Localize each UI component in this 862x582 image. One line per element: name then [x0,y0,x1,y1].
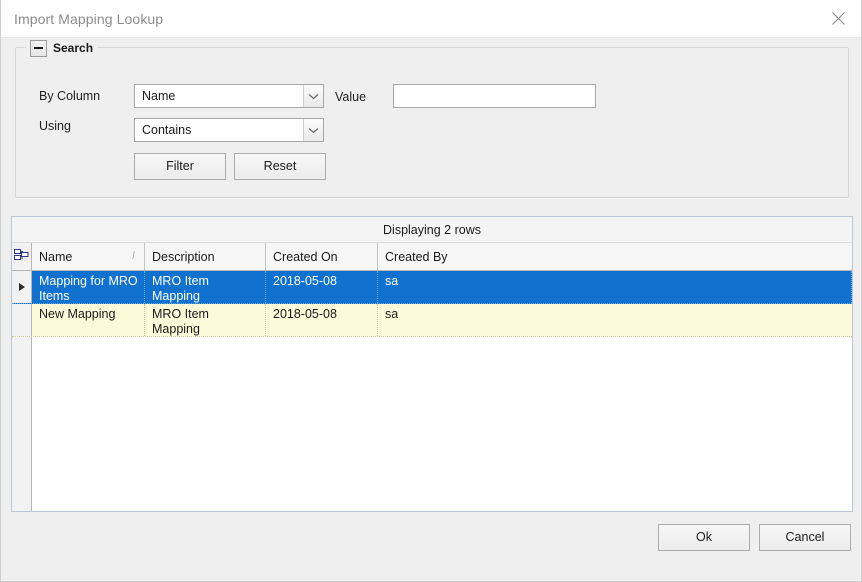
filter-button[interactable]: Filter [134,153,226,180]
by-column-selected-value: Name [142,89,176,103]
import-mapping-lookup-dialog: Import Mapping Lookup Search By Column N… [0,0,862,582]
title-bar: Import Mapping Lookup [1,0,861,38]
using-label: Using [39,119,71,133]
current-row-arrow-icon [12,271,32,303]
value-label: Value [335,90,367,104]
grid-empty-gutter [12,337,32,511]
ok-button[interactable]: Ok [658,524,750,551]
grid-body: Mapping for MRO Items MRO Item Mapping 2… [12,271,852,511]
column-header-name[interactable]: Name / [32,243,145,270]
cell-description: MRO Item Mapping [145,304,266,336]
cancel-button[interactable]: Cancel [759,524,851,551]
cell-created-on: 2018-05-08 [266,304,378,336]
column-header-created-by-label: Created By [385,249,448,264]
window-title: Import Mapping Lookup [14,11,164,27]
grid-caption: Displaying 2 rows [12,217,852,243]
minus-icon[interactable] [30,39,47,57]
column-header-created-by[interactable]: Created By [378,243,852,270]
grid-empty-area [12,337,852,511]
reset-button[interactable]: Reset [234,153,326,180]
chevron-down-icon [303,85,323,107]
grid-header-row: Name / Description Created On Created By [12,243,852,271]
results-grid: Displaying 2 rows Name / Description Cre [11,216,853,512]
by-column-select[interactable]: Name [134,84,324,108]
search-group-legend: Search [26,39,98,57]
table-row[interactable]: Mapping for MRO Items MRO Item Mapping 2… [12,271,852,304]
using-select[interactable]: Contains [134,118,324,142]
close-icon[interactable] [815,0,861,37]
cell-name: New Mapping [32,304,145,336]
using-selected-value: Contains [142,123,192,137]
grid-column-chooser-icon[interactable] [12,243,32,270]
grid-empty-body [32,337,852,511]
search-group-title: Search [53,41,94,55]
column-header-description[interactable]: Description [145,243,266,270]
column-header-name-label: Name [39,249,73,264]
cell-name: Mapping for MRO Items [32,271,145,303]
column-header-description-label: Description [152,249,215,264]
column-header-created-on-label: Created On [273,249,338,264]
value-input[interactable] [393,84,596,108]
cell-created-by: sa [378,271,852,303]
row-gutter [12,304,32,336]
column-header-created-on[interactable]: Created On [266,243,378,270]
sort-ascending-icon: / [132,250,135,262]
table-row[interactable]: New Mapping MRO Item Mapping 2018-05-08 … [12,304,852,337]
chevron-down-icon [303,119,323,141]
cell-created-on: 2018-05-08 [266,271,378,303]
cell-created-by: sa [385,307,399,321]
by-column-label: By Column [39,89,101,103]
cell-description: MRO Item Mapping [145,271,266,303]
